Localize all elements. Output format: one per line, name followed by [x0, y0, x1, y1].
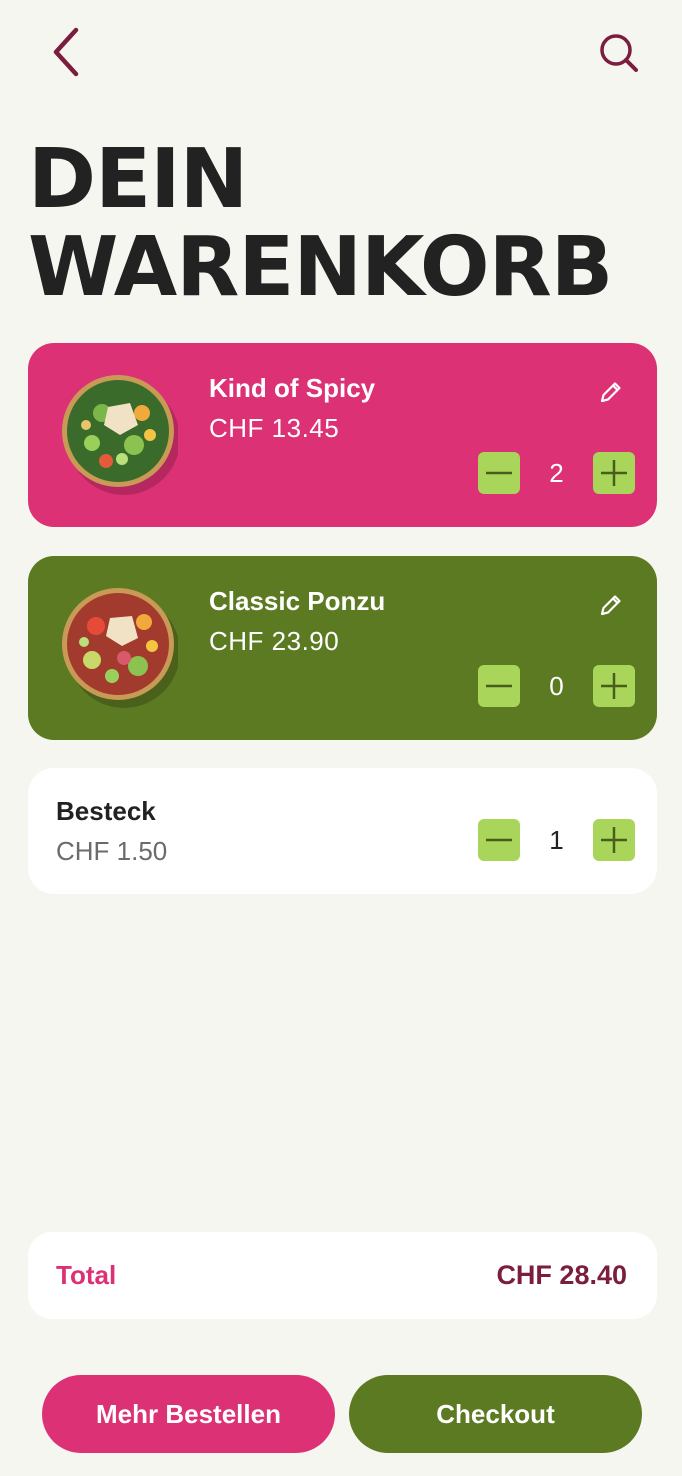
search-icon — [600, 34, 638, 72]
minus-icon — [486, 684, 512, 688]
increase-quantity-button[interactable] — [593, 665, 635, 707]
quantity-value: 0 — [549, 671, 564, 701]
checkout-button[interactable]: Checkout — [349, 1375, 642, 1453]
increase-quantity-button[interactable] — [593, 819, 635, 861]
minus-icon — [486, 471, 512, 475]
page-title: DEIN WARENKORB — [28, 136, 668, 312]
item-price: CHF 1.50 — [56, 836, 168, 866]
back-button[interactable] — [44, 24, 92, 80]
edit-item-button[interactable] — [596, 377, 626, 407]
quantity-value: 2 — [549, 458, 564, 488]
decrease-quantity-button[interactable] — [478, 452, 520, 494]
quantity-stepper: 2 — [478, 452, 635, 494]
item-price: CHF 13.45 — [209, 413, 340, 443]
plus-icon — [601, 673, 627, 699]
cart-item-besteck: Besteck CHF 1.50 1 — [28, 768, 657, 894]
order-more-button[interactable]: Mehr Bestellen — [42, 1375, 335, 1453]
page-title-line-1: DEIN — [28, 132, 248, 227]
total-summary: Total CHF 28.40 — [28, 1232, 657, 1319]
decrease-quantity-button[interactable] — [478, 665, 520, 707]
cart-item-classic-ponzu: Classic Ponzu CHF 23.90 0 — [28, 556, 657, 740]
plus-icon — [601, 460, 627, 486]
search-button[interactable] — [594, 28, 646, 80]
item-name: Classic Ponzu — [209, 586, 386, 616]
total-label: Total — [56, 1260, 117, 1290]
edit-item-button[interactable] — [596, 590, 626, 620]
cart-item-kind-of-spicy: Kind of Spicy CHF 13.45 2 — [28, 343, 657, 527]
item-name: Besteck — [56, 796, 156, 826]
chevron-left-icon — [53, 27, 79, 77]
quantity-stepper: 0 — [478, 665, 635, 707]
minus-icon — [486, 838, 512, 842]
top-bar — [0, 0, 682, 110]
decrease-quantity-button[interactable] — [478, 819, 520, 861]
item-name: Kind of Spicy — [209, 373, 376, 403]
plus-icon — [601, 827, 627, 853]
page-title-line-2: WARENKORB — [28, 220, 613, 315]
pencil-icon — [600, 595, 621, 616]
increase-quantity-button[interactable] — [593, 452, 635, 494]
poke-bowl-ponzu-image — [62, 588, 178, 708]
quantity-value: 1 — [549, 825, 564, 855]
pencil-icon — [600, 382, 621, 403]
total-value: CHF 28.40 — [496, 1260, 627, 1290]
quantity-stepper: 1 — [478, 819, 635, 861]
poke-bowl-spicy-image — [62, 375, 178, 495]
item-price: CHF 23.90 — [209, 626, 340, 656]
